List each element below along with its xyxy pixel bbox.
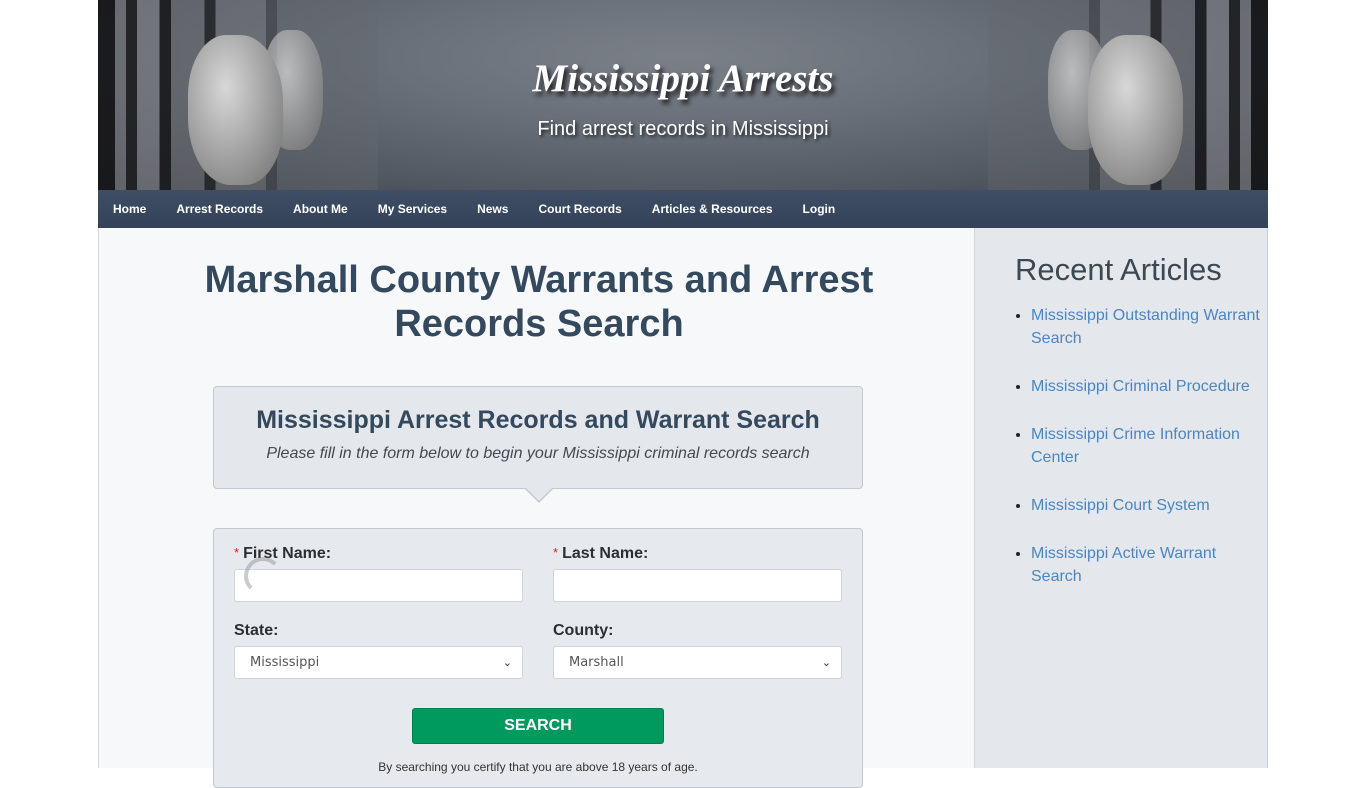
nav-login[interactable]: Login: [803, 202, 836, 216]
nav-articles-resources[interactable]: Articles & Resources: [652, 202, 773, 216]
required-marker: *: [234, 545, 240, 560]
site-title[interactable]: Mississippi Arrests: [98, 56, 1268, 101]
state-label: State:: [234, 622, 279, 639]
county-label: County:: [553, 622, 614, 639]
nav-arrest-records[interactable]: Arrest Records: [176, 202, 263, 216]
state-select[interactable]: Mississippi ⌄: [234, 646, 523, 679]
list-item: Mississippi Criminal Procedure: [1031, 375, 1263, 398]
county-field: County: Marshall ⌄: [553, 622, 842, 679]
article-link[interactable]: Mississippi Criminal Procedure: [1031, 378, 1250, 395]
header-banner: Mississippi Arrests Find arrest records …: [98, 0, 1268, 190]
last-name-label: * Last Name:: [553, 545, 842, 569]
county-select[interactable]: Marshall ⌄: [553, 646, 842, 679]
last-name-input[interactable]: [553, 569, 842, 602]
intro-title: Mississippi Arrest Records and Warrant S…: [256, 406, 820, 434]
nav-court-records[interactable]: Court Records: [538, 202, 621, 216]
loading-spinner-icon: [244, 557, 282, 595]
county-selected-value: Marshall: [569, 655, 624, 670]
page: Mississippi Arrests Find arrest records …: [98, 0, 1268, 788]
chevron-down-icon: ⌄: [821, 656, 831, 669]
state-selected-value: Mississippi: [250, 655, 320, 670]
nav-news[interactable]: News: [477, 202, 508, 216]
sidebar: Recent Articles Mississippi Outstanding …: [974, 228, 1268, 768]
list-item: Mississippi Active Warrant Search: [1031, 542, 1263, 588]
list-item: Mississippi Crime Information Center: [1031, 423, 1263, 469]
intro-subtitle: Please fill in the form below to begin y…: [266, 445, 810, 462]
nav-about-me[interactable]: About Me: [293, 202, 348, 216]
list-item: Mississippi Outstanding Warrant Search: [1031, 304, 1263, 350]
main-nav: Home Arrest Records About Me My Services…: [98, 190, 1268, 228]
chevron-down-icon: ⌄: [502, 656, 512, 669]
callout-arrow-inner: [526, 488, 552, 501]
article-link[interactable]: Mississippi Outstanding Warrant Search: [1031, 307, 1260, 347]
main-content: Marshall County Warrants and Arrest Reco…: [98, 228, 974, 788]
search-intro-box: Mississippi Arrest Records and Warrant S…: [213, 386, 863, 503]
last-name-label-text: Last Name:: [562, 545, 649, 562]
recent-articles-heading: Recent Articles: [1015, 252, 1222, 287]
nav-my-services[interactable]: My Services: [378, 202, 447, 216]
site-tagline: Find arrest records in Mississippi: [537, 118, 829, 140]
article-link[interactable]: Mississippi Active Warrant Search: [1031, 545, 1216, 585]
article-link[interactable]: Mississippi Court System: [1031, 497, 1210, 514]
age-certification-text: By searching you certify that you are ab…: [378, 760, 698, 774]
search-button[interactable]: SEARCH: [412, 708, 664, 744]
state-field: State: Mississippi ⌄: [234, 622, 523, 679]
article-link[interactable]: Mississippi Crime Information Center: [1031, 426, 1240, 466]
page-title: Marshall County Warrants and Arrest Reco…: [204, 259, 874, 345]
list-item: Mississippi Court System: [1031, 494, 1263, 517]
nav-home[interactable]: Home: [113, 202, 146, 216]
last-name-field: * Last Name:: [553, 545, 842, 602]
required-marker: *: [553, 545, 559, 560]
search-form: * First Name: * Last Name: State: Mississi…: [213, 528, 863, 788]
recent-articles-list: Mississippi Outstanding Warrant Search M…: [1031, 304, 1263, 613]
